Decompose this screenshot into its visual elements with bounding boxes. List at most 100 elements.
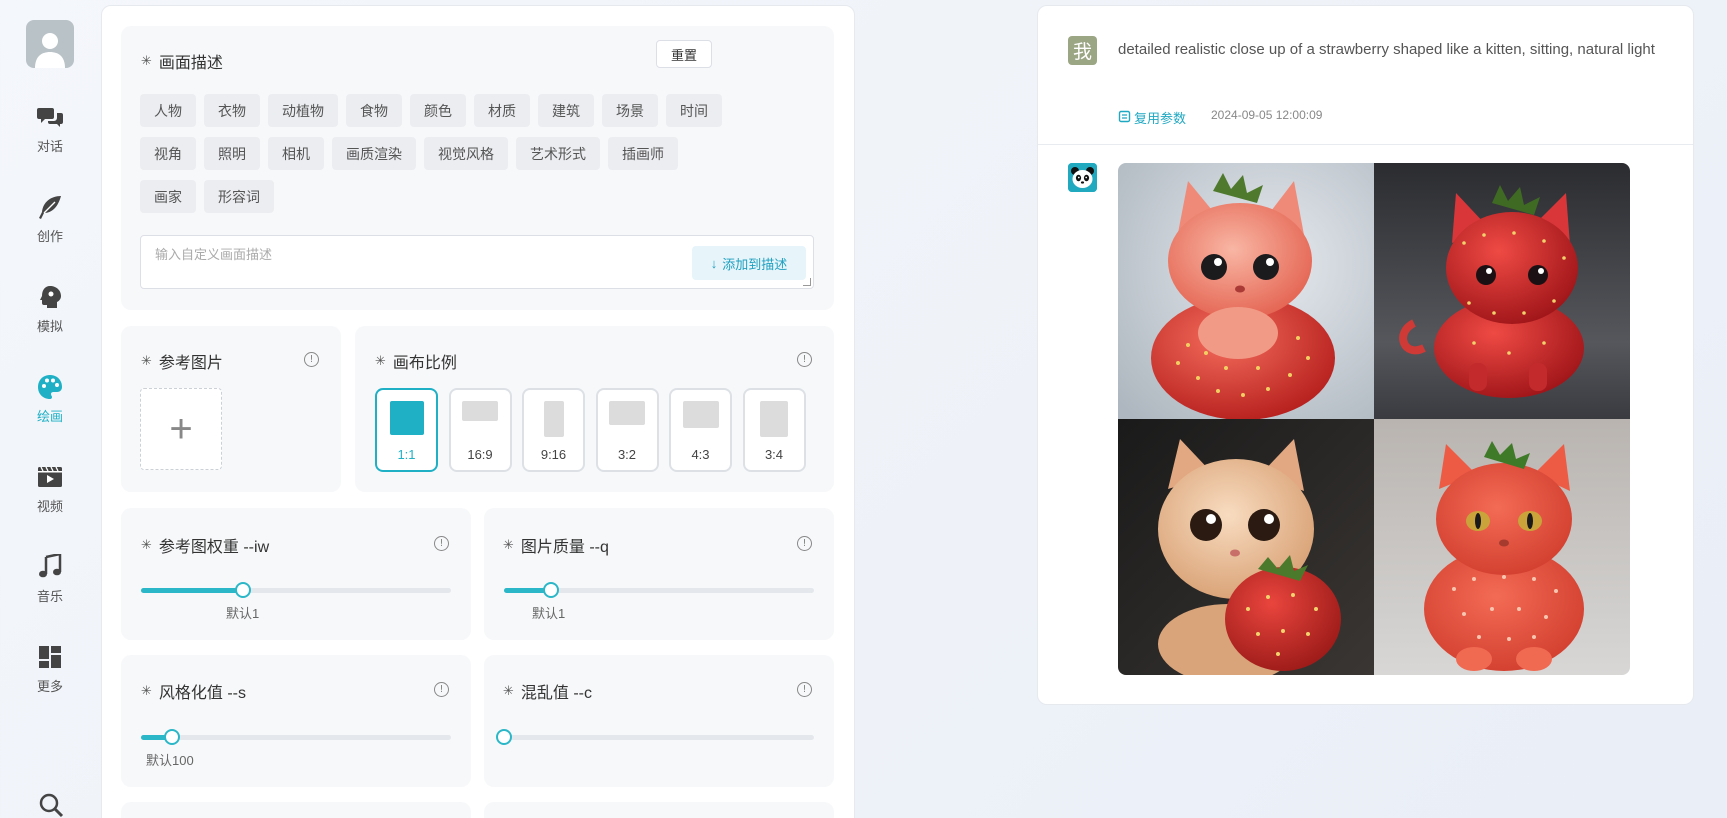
- nav-label: 模拟: [36, 318, 63, 334]
- description-tag[interactable]: 场景: [602, 94, 658, 127]
- chaos-card: [484, 655, 834, 787]
- generated-image-2[interactable]: [1374, 163, 1630, 419]
- ratio-option[interactable]: 3:4: [742, 388, 806, 472]
- asterisk-icon: ✳: [503, 683, 514, 698]
- description-tag[interactable]: 照明: [204, 137, 260, 170]
- user-avatar[interactable]: [26, 20, 74, 68]
- ratio-option[interactable]: 16:9: [448, 388, 512, 472]
- nav-list: 对话 创作 模拟 绘画 视频 音乐 更多: [0, 84, 100, 714]
- description-tag[interactable]: 材质: [474, 94, 530, 127]
- user-silhouette-icon: [35, 33, 65, 68]
- search-icon[interactable]: [38, 792, 64, 818]
- ratio-option[interactable]: 9:16: [522, 388, 585, 472]
- nav-item-more[interactable]: 更多: [0, 624, 100, 714]
- generated-image-3[interactable]: [1118, 419, 1374, 675]
- ratio-title-text: 画布比例: [392, 355, 457, 372]
- info-icon[interactable]: !: [434, 536, 449, 551]
- nav-label: 绘画: [36, 408, 63, 424]
- chaos-slider[interactable]: [496, 729, 814, 745]
- reference-title: ✳ 参考图片: [141, 349, 223, 373]
- generated-image-4[interactable]: [1374, 419, 1630, 675]
- stylize-slider[interactable]: [141, 729, 451, 745]
- description-tag[interactable]: 艺术形式: [516, 137, 600, 170]
- generated-image-grid[interactable]: [1118, 163, 1630, 675]
- description-tag[interactable]: 人物: [140, 94, 196, 127]
- copy-doc-icon: [1118, 110, 1131, 126]
- generated-image-1[interactable]: [1118, 163, 1374, 419]
- ratio-label: 4:3: [691, 447, 710, 462]
- prompt-text: detailed realistic close up of a strawbe…: [1118, 41, 1655, 58]
- ratio-shape: [389, 401, 424, 435]
- panda-icon: [1068, 163, 1097, 192]
- description-tag[interactable]: 插画师: [608, 137, 678, 170]
- description-tag[interactable]: 相机: [268, 137, 324, 170]
- quality-default-label: 默认1: [532, 606, 566, 621]
- description-tag[interactable]: 建筑: [538, 94, 594, 127]
- quality-title: ✳ 图片质量 --q: [503, 533, 609, 557]
- nav-item-video[interactable]: 视频: [0, 444, 100, 534]
- info-icon[interactable]: !: [304, 352, 319, 367]
- ratio-label: 1:1: [397, 447, 416, 462]
- add-to-description-label: 添加到描述: [722, 256, 788, 272]
- description-tag[interactable]: 动植物: [268, 94, 338, 127]
- nav-item-chat[interactable]: 对话: [0, 84, 100, 174]
- info-icon[interactable]: !: [797, 352, 812, 367]
- description-tag[interactable]: 视觉风格: [424, 137, 508, 170]
- stylize-title-text: 风格化值 --s: [158, 685, 247, 702]
- info-icon[interactable]: !: [797, 682, 812, 697]
- add-to-description-button[interactable]: ↓ 添加到描述: [692, 246, 806, 280]
- asterisk-icon: ✳: [141, 353, 152, 368]
- reference-title-text: 参考图片: [158, 355, 223, 372]
- ratio-shape: [462, 401, 498, 421]
- ratio-shape: [543, 401, 564, 437]
- user-message-avatar: 我: [1068, 36, 1097, 65]
- description-tag[interactable]: 形容词: [204, 180, 274, 213]
- feather-icon: [37, 194, 63, 220]
- nav-item-draw[interactable]: 绘画: [0, 354, 100, 444]
- chat-panel: 我 detailed realistic close up of a straw…: [1037, 5, 1694, 705]
- description-tag-list: 人物 衣物 动植物 食物 颜色 材质 建筑 场景 时间视角 照明 相机 画质渲染 视觉风格 艺术形式 插画师…: [140, 94, 740, 213]
- nav-item-create[interactable]: 创作: [0, 174, 100, 264]
- reuse-params-button[interactable]: 复用参数: [1118, 108, 1186, 127]
- reuse-params-label: 复用参数: [1134, 111, 1187, 126]
- iw-card: [121, 508, 471, 640]
- iw-slider[interactable]: [141, 582, 451, 598]
- description-tag[interactable]: 颜色: [410, 94, 466, 127]
- ratio-option[interactable]: 1:1: [375, 388, 438, 472]
- description-tag[interactable]: 画家: [140, 180, 196, 213]
- nav-item-simulate[interactable]: 模拟: [0, 264, 100, 354]
- ratio-option[interactable]: 4:3: [669, 388, 732, 472]
- next-card-left: [121, 802, 471, 818]
- nav-item-music[interactable]: 音乐: [0, 534, 100, 624]
- description-tag[interactable]: 时间: [666, 94, 722, 127]
- reset-button[interactable]: 重置: [656, 40, 712, 68]
- arrow-down-icon: ↓: [710, 255, 718, 271]
- description-tag[interactable]: 食物: [346, 94, 402, 127]
- description-tag[interactable]: 衣物: [204, 94, 260, 127]
- slider-handle[interactable]: [542, 582, 559, 598]
- description-title-text: 画面描述: [158, 55, 223, 72]
- ratio-label: 3:4: [764, 447, 784, 462]
- chaos-title-text: 混乱值 --c: [520, 685, 593, 702]
- description-tag[interactable]: 画质渲染: [332, 137, 416, 170]
- chaos-title: ✳ 混乱值 --c: [503, 679, 592, 703]
- info-icon[interactable]: !: [797, 536, 812, 551]
- iw-title: ✳ 参考图权重 --iw: [141, 533, 269, 557]
- ratio-option[interactable]: 3:2: [595, 388, 659, 472]
- info-icon[interactable]: !: [434, 682, 449, 697]
- slider-handle[interactable]: [496, 729, 512, 745]
- ratio-label: 9:16: [540, 447, 567, 462]
- ratio-shape: [609, 401, 645, 425]
- chat-bubbles-icon: [37, 104, 63, 130]
- ratio-title: ✳ 画布比例: [375, 349, 457, 373]
- description-tag[interactable]: 视角: [140, 137, 196, 170]
- message-divider: [1038, 144, 1693, 145]
- head-profile-icon: [37, 284, 63, 310]
- nav-label: 创作: [36, 228, 63, 244]
- slider-handle[interactable]: [164, 729, 180, 745]
- nav-label: 音乐: [36, 588, 63, 604]
- next-card-right: [484, 802, 834, 818]
- upload-image-button[interactable]: +: [140, 388, 222, 470]
- description-title: ✳ 画面描述: [141, 49, 223, 73]
- quality-slider[interactable]: [504, 582, 814, 598]
